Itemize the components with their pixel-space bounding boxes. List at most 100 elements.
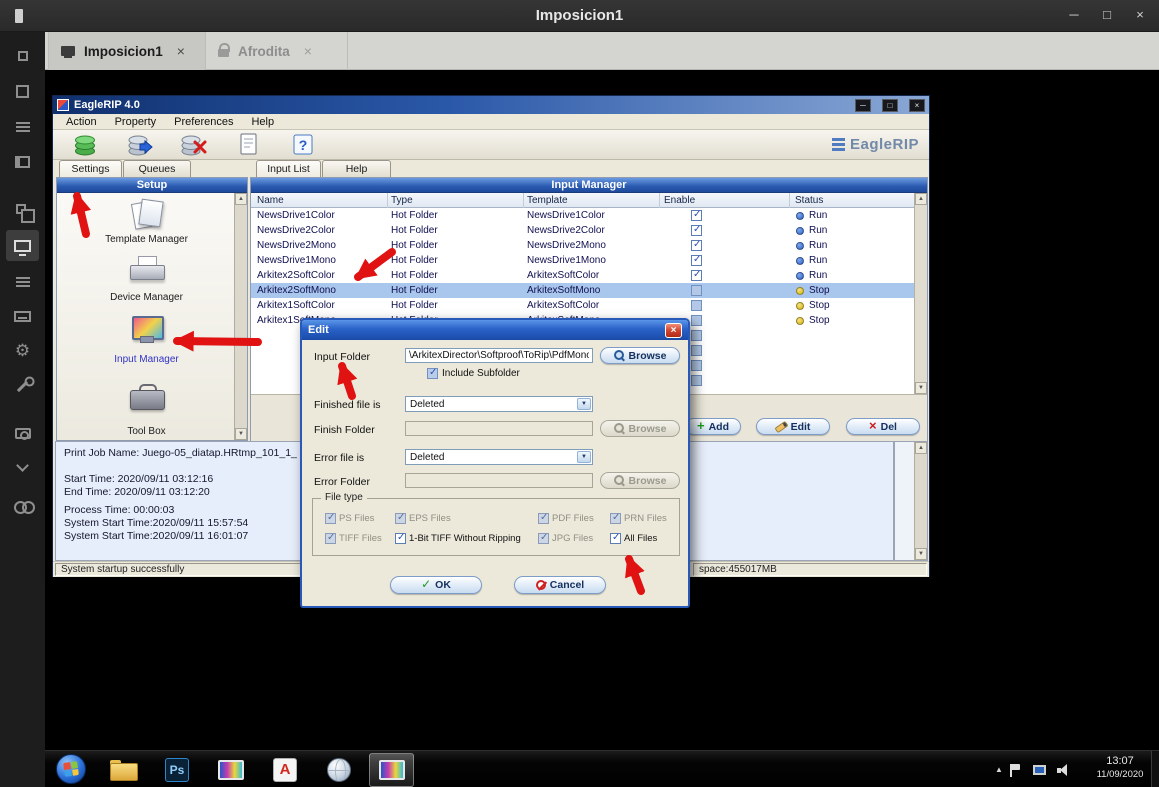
setup-item-tool-box[interactable]: Tool Box <box>57 426 236 437</box>
tab-close-icon[interactable]: × <box>177 43 185 59</box>
edit-button[interactable]: Edit <box>756 418 830 435</box>
device-manager-icon[interactable] <box>57 256 236 286</box>
enable-checkbox[interactable] <box>691 375 702 386</box>
tab-queues[interactable]: Queues <box>123 160 191 177</box>
enable-checkbox[interactable] <box>691 225 702 236</box>
chevron-down-icon[interactable] <box>577 451 591 463</box>
tab-settings[interactable]: Settings <box>59 160 122 177</box>
scroll-down-icon[interactable] <box>235 428 247 440</box>
tab-help[interactable]: Help <box>322 160 391 177</box>
ok-button[interactable]: OK <box>390 576 482 594</box>
taskbar-clock[interactable]: 13:07 11/09/2020 <box>1083 755 1157 780</box>
error-file-select[interactable]: Deleted <box>405 449 593 465</box>
dialog-titlebar[interactable]: Edit × <box>302 320 688 340</box>
start-button[interactable] <box>56 754 86 784</box>
close-icon[interactable]: × <box>665 323 682 338</box>
table-row[interactable]: NewsDrive2Color Hot Folder NewsDrive2Col… <box>251 223 915 238</box>
enable-checkbox[interactable] <box>691 345 702 356</box>
menu-property[interactable]: Property <box>106 116 166 128</box>
tools-wrench-icon[interactable] <box>12 376 33 397</box>
col-enable[interactable]: Enable <box>664 195 695 206</box>
close-icon[interactable]: × <box>909 99 925 112</box>
table-row[interactable]: Arkitex2SoftColor Hot Folder ArkitexSoft… <box>251 268 915 283</box>
connection-link-icon[interactable] <box>12 495 33 516</box>
delete-job-icon[interactable] <box>180 131 207 158</box>
table-row[interactable]: NewsDrive1Color Hot Folder NewsDrive1Col… <box>251 208 915 223</box>
filetype-all-files[interactable]: All Files <box>610 533 657 544</box>
maximize-icon[interactable]: □ <box>882 99 898 112</box>
minimize-icon[interactable]: ─ <box>1065 6 1083 24</box>
col-status[interactable]: Status <box>795 195 823 206</box>
scale-window-icon[interactable] <box>12 200 33 221</box>
enable-checkbox[interactable] <box>691 285 702 296</box>
template-manager-icon[interactable] <box>57 198 236 230</box>
add-button[interactable]: Add <box>685 418 741 435</box>
close-icon[interactable]: × <box>1131 6 1149 24</box>
side-panel-icon[interactable] <box>12 151 33 172</box>
tool-box-icon[interactable] <box>57 384 236 412</box>
tab-imposicion1[interactable]: Imposicion1 × <box>48 32 206 70</box>
checkbox-icon[interactable] <box>427 368 438 379</box>
fullscreen-icon[interactable] <box>12 81 33 102</box>
file-explorer-button[interactable] <box>109 757 137 783</box>
col-type[interactable]: Type <box>391 195 413 206</box>
photoshop-button[interactable]: Ps <box>163 757 191 783</box>
chevron-down-icon[interactable] <box>577 398 591 410</box>
setup-item-device-manager[interactable]: Device Manager <box>57 292 236 303</box>
eaglerip-launcher-button[interactable] <box>217 757 245 783</box>
finished-file-select[interactable]: Deleted <box>405 396 593 412</box>
scroll-down-icon[interactable] <box>915 382 927 394</box>
tray-speaker-icon[interactable] <box>1055 762 1071 778</box>
enable-checkbox[interactable] <box>691 255 702 266</box>
enable-checkbox[interactable] <box>691 360 702 371</box>
tab-close-icon[interactable]: × <box>304 43 312 59</box>
browse-button[interactable]: Browse <box>600 347 680 364</box>
tab-input-list[interactable]: Input List <box>256 160 321 177</box>
menu-action[interactable]: Action <box>57 116 106 128</box>
settings-gear-icon[interactable] <box>12 341 33 362</box>
filetype-1bit-tiff[interactable]: 1-Bit TIFF Without Ripping <box>395 533 521 544</box>
maximize-icon[interactable]: □ <box>1098 6 1116 24</box>
menu-preferences[interactable]: Preferences <box>165 116 242 128</box>
tray-flag-icon[interactable] <box>1007 762 1023 778</box>
tray-display-icon[interactable] <box>1031 762 1047 778</box>
col-name[interactable]: Name <box>257 195 284 206</box>
log-scrollbar[interactable] <box>914 442 927 560</box>
app-icon[interactable] <box>12 45 33 66</box>
table-scrollbar[interactable] <box>914 193 927 394</box>
queue-sync-icon[interactable] <box>127 131 154 158</box>
keyboard-icon[interactable] <box>12 306 33 327</box>
scroll-up-icon[interactable] <box>915 442 927 454</box>
help-icon[interactable]: ? <box>290 131 316 158</box>
table-row[interactable]: NewsDrive2Mono Hot Folder NewsDrive2Mono… <box>251 238 915 253</box>
scroll-up-icon[interactable] <box>915 193 927 205</box>
enable-checkbox[interactable] <box>691 270 702 281</box>
enable-checkbox[interactable] <box>691 300 702 311</box>
checkbox-icon[interactable] <box>395 533 406 544</box>
tab-afrodita[interactable]: Afrodita × <box>206 32 348 70</box>
table-row[interactable]: Arkitex1SoftColor Hot Folder ArkitexSoft… <box>251 298 915 313</box>
table-row-selected[interactable]: Arkitex2SoftMono Hot Folder ArkitexSoftM… <box>251 283 915 298</box>
show-desktop-button[interactable] <box>1151 751 1159 787</box>
enable-checkbox[interactable] <box>691 315 702 326</box>
scroll-down-icon[interactable] <box>915 548 927 560</box>
eaglerip-titlebar[interactable]: EagleRIP 4.0 ─ □ × <box>53 96 929 114</box>
minimize-icon[interactable]: ─ <box>855 99 871 112</box>
enable-checkbox[interactable] <box>691 240 702 251</box>
menu-icon[interactable] <box>12 116 33 137</box>
browser-button[interactable] <box>325 757 353 783</box>
collapse-chevron-icon[interactable] <box>12 457 33 478</box>
setup-scrollbar[interactable] <box>234 193 247 440</box>
input-start-icon[interactable] <box>73 131 99 158</box>
table-row[interactable]: NewsDrive1Mono Hot Folder NewsDrive1Mono… <box>251 253 915 268</box>
scroll-up-icon[interactable] <box>235 193 247 205</box>
input-folder-field[interactable] <box>405 348 593 363</box>
enable-checkbox[interactable] <box>691 210 702 221</box>
screenshot-camera-icon[interactable] <box>12 423 33 444</box>
menu-help[interactable]: Help <box>242 116 283 128</box>
input-manager-icon[interactable] <box>57 316 236 346</box>
setup-item-template-manager[interactable]: Template Manager <box>57 234 236 245</box>
col-template[interactable]: Template <box>527 195 568 206</box>
screen-active-icon[interactable] <box>6 230 39 261</box>
document-icon[interactable] <box>235 131 261 158</box>
